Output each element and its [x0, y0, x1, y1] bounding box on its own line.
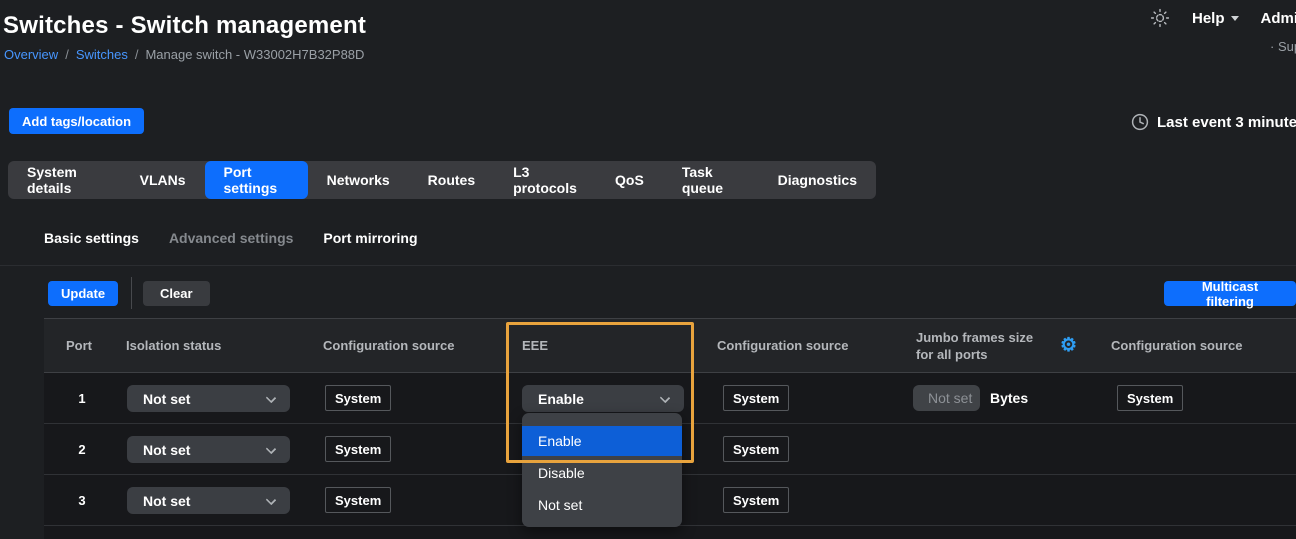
account-subtext: · Sup: [1270, 39, 1296, 54]
last-event-status: Last event 3 minutes: [1131, 113, 1296, 131]
col-header-configuration-source-3: Configuration source: [1111, 319, 1242, 372]
page-title: Switches - Switch management: [3, 12, 366, 40]
eee-select[interactable]: Enable: [522, 385, 684, 412]
tab-system-details[interactable]: System details: [8, 161, 121, 199]
tab-l3-protocols[interactable]: L3 protocols: [494, 161, 596, 199]
clock-icon: [1131, 113, 1149, 131]
multicast-filtering-button[interactable]: Multicast filtering: [1164, 281, 1296, 306]
col-header-eee: EEE: [522, 319, 548, 372]
add-tags-location-button[interactable]: Add tags/location: [9, 108, 144, 134]
tab-vlans[interactable]: VLANs: [121, 161, 205, 199]
isolation-status-select[interactable]: Not set: [127, 436, 290, 463]
jumbo-frames-size-input[interactable]: Not set: [913, 385, 980, 411]
caret-down-icon: [1231, 16, 1239, 21]
tab-networks[interactable]: Networks: [308, 161, 409, 199]
col-header-isolation-status: Isolation status: [126, 319, 221, 372]
col-header-configuration-source-1: Configuration source: [323, 319, 454, 372]
config-source-badge: System: [723, 385, 789, 411]
theme-sun-icon[interactable]: [1150, 8, 1170, 28]
chevron-down-icon: [266, 393, 277, 404]
port-number: 3: [62, 475, 102, 526]
breadcrumb-separator: /: [135, 47, 139, 62]
tab-routes[interactable]: Routes: [409, 161, 494, 199]
config-source-badge: System: [723, 436, 789, 462]
config-source-badge: System: [723, 487, 789, 513]
port-number: 1: [62, 373, 102, 424]
breadcrumb: Overview / Switches / Manage switch - W3…: [4, 47, 364, 62]
subtab-basic-settings[interactable]: Basic settings: [44, 230, 139, 246]
vertical-divider: [131, 277, 132, 309]
dropdown-option-disable[interactable]: Disable: [522, 458, 682, 488]
config-source-badge: System: [1117, 385, 1183, 411]
dropdown-option-enable[interactable]: Enable: [522, 426, 682, 456]
col-header-port: Port: [66, 319, 92, 372]
chevron-down-icon: [660, 393, 671, 404]
main-tabbar: System details VLANs Port settings Netwo…: [8, 161, 876, 199]
breadcrumb-current: Manage switch - W33002H7B32P88D: [145, 47, 364, 62]
last-event-text: Last event 3 minutes: [1157, 114, 1296, 131]
table-header-row: Port Isolation status Configuration sour…: [44, 318, 1296, 373]
gear-icon[interactable]: ⚙: [1060, 319, 1077, 372]
bytes-unit-label: Bytes: [990, 385, 1028, 411]
tab-qos[interactable]: QoS: [596, 161, 663, 199]
breadcrumb-overview[interactable]: Overview: [4, 47, 58, 62]
config-source-badge: System: [325, 436, 391, 462]
help-label: Help: [1192, 10, 1225, 27]
isolation-status-select[interactable]: Not set: [127, 487, 290, 514]
tab-port-settings[interactable]: Port settings: [205, 161, 308, 199]
clear-button[interactable]: Clear: [143, 281, 210, 306]
chevron-down-icon: [266, 495, 277, 506]
port-settings-subtabs: Basic settings Advanced settings Port mi…: [44, 230, 418, 246]
tab-diagnostics[interactable]: Diagnostics: [759, 161, 876, 199]
config-source-badge: System: [325, 487, 391, 513]
help-menu[interactable]: Help: [1192, 10, 1239, 27]
isolation-status-select[interactable]: Not set: [127, 385, 290, 412]
breadcrumb-switches[interactable]: Switches: [76, 47, 128, 62]
config-source-badge: System: [325, 385, 391, 411]
account-menu[interactable]: Admi: [1261, 10, 1296, 27]
port-number: 2: [62, 424, 102, 475]
col-header-configuration-source-2: Configuration source: [717, 319, 848, 372]
col-header-jumbo-frames-size: Jumbo frames size for all ports: [916, 319, 1033, 372]
breadcrumb-separator: /: [65, 47, 69, 62]
tab-task-queue[interactable]: Task queue: [663, 161, 759, 199]
subtab-port-mirroring[interactable]: Port mirroring: [323, 230, 417, 246]
topbar-actions: Help Admi: [1150, 8, 1296, 28]
section-divider: [0, 265, 1296, 266]
dropdown-option-not-set[interactable]: Not set: [522, 490, 682, 520]
chevron-down-icon: [266, 444, 277, 455]
eee-dropdown-menu: Enable Disable Not set: [522, 413, 682, 527]
switch-management-page: Switches - Switch management Overview / …: [0, 0, 1296, 539]
subtab-advanced-settings[interactable]: Advanced settings: [169, 230, 293, 246]
update-button[interactable]: Update: [48, 281, 118, 306]
